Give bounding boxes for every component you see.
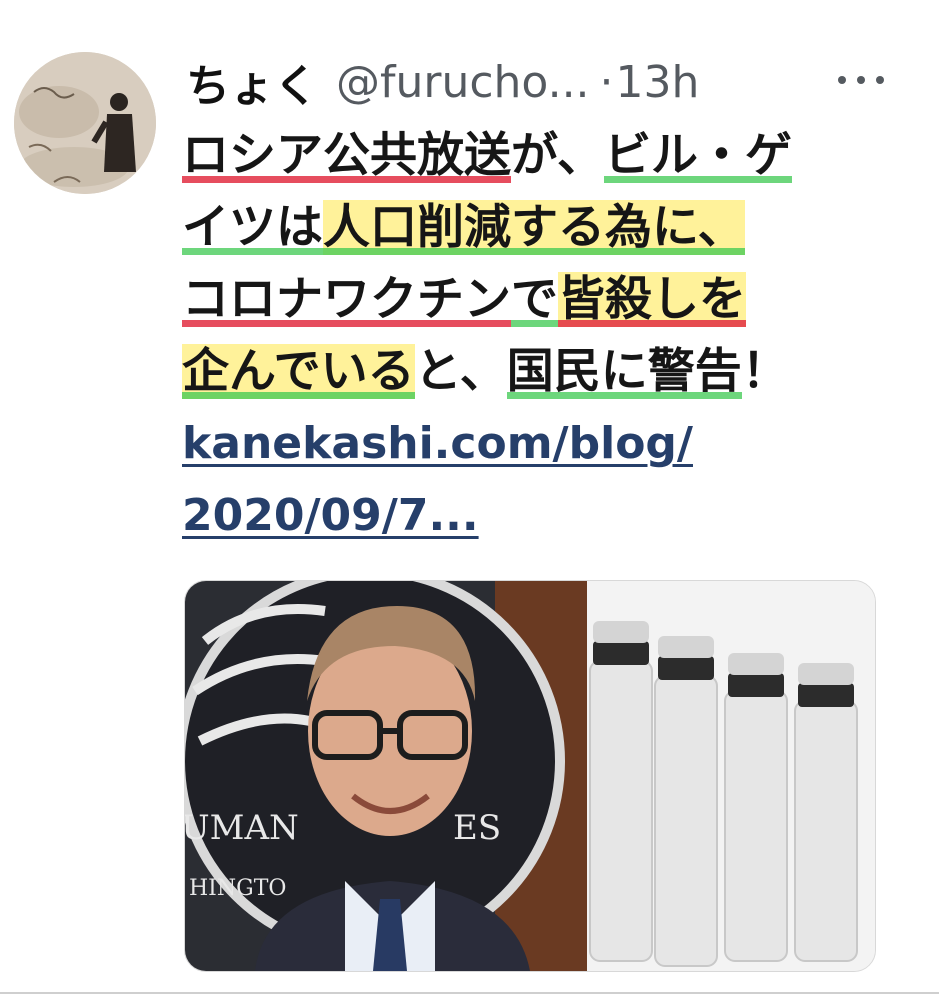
text-segment: で xyxy=(511,272,558,327)
text-segment: 皆殺しを xyxy=(558,272,746,327)
display-name[interactable]: ちょく xyxy=(186,50,318,114)
user-handle[interactable]: @furucho... xyxy=(336,57,590,108)
tweet-text-line: ロシア公共放送が、ビル・ゲ xyxy=(182,120,912,192)
tweet-header: ちょく @furucho... · 13h xyxy=(186,50,700,114)
tweet-divider xyxy=(0,992,939,994)
text-segment: コロナワクチン xyxy=(182,272,511,327)
text-segment: と、 xyxy=(414,344,507,399)
tweet-link-continued[interactable]: 2020/09/7... xyxy=(182,490,479,541)
text-segment: 企んでいる xyxy=(182,344,415,399)
text-segment: イツは xyxy=(182,200,323,255)
tweet-text-line: イツは人口削減する為に、 xyxy=(182,192,912,264)
text-segment: ビル・ゲ xyxy=(604,128,793,183)
tweet-text-line: 企んでいると、国民に警告！ xyxy=(182,336,912,408)
separator-dot: · xyxy=(599,56,614,108)
text-segment: 国民に警告 xyxy=(506,344,742,399)
tweet-link[interactable]: kanekashi.com/blog/ xyxy=(182,418,693,469)
avatar-image xyxy=(14,52,156,194)
tweet[interactable]: ちょく @furucho... · 13h ロシア公共放送が、ビル・ゲ イツは人… xyxy=(0,0,939,1000)
text-segment: ！ xyxy=(741,344,789,399)
image-caption-text: UMAN xyxy=(185,808,299,848)
link-preview-image[interactable]: UMAN ES HINGTO xyxy=(184,580,876,972)
preview-image-graphic: UMAN ES HINGTO xyxy=(185,581,875,971)
text-segment: が、 xyxy=(511,128,605,183)
tweet-text: ロシア公共放送が、ビル・ゲ イツは人口削減する為に、 コロナワクチンで皆殺しを … xyxy=(182,120,912,408)
tweet-text-line: コロナワクチンで皆殺しを xyxy=(182,264,912,336)
image-caption-text: ES xyxy=(453,808,501,848)
more-horizontal-icon[interactable] xyxy=(826,56,896,100)
timestamp[interactable]: 13h xyxy=(616,57,700,108)
image-caption-text: HINGTO xyxy=(189,876,286,901)
text-segment: 人口削減する為に、 xyxy=(323,200,745,255)
text-segment: ロシア公共放送 xyxy=(182,128,511,183)
avatar[interactable] xyxy=(14,52,156,194)
